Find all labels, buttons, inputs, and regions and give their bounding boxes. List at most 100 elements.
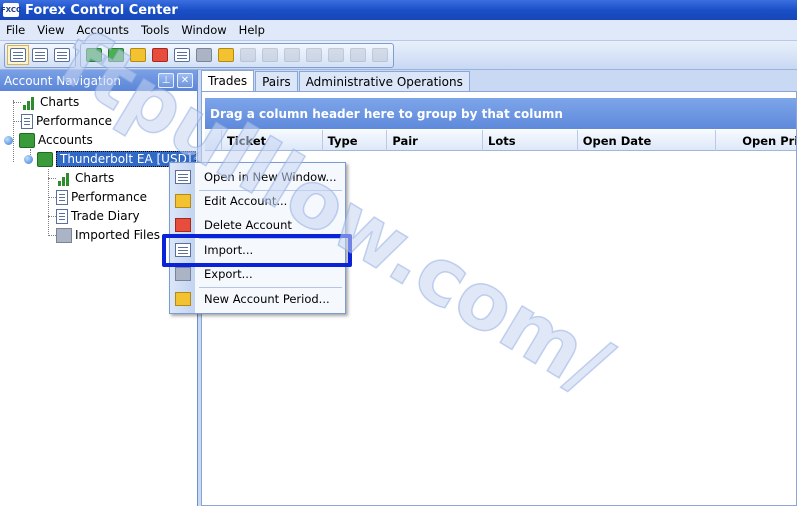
disabled-tool-icon: [350, 48, 366, 62]
column-lots[interactable]: Lots: [483, 130, 578, 151]
delete-account-icon: [175, 218, 191, 232]
tree-item-performance[interactable]: Performance: [21, 112, 112, 130]
performance-icon: [56, 189, 68, 205]
toolbar-group-accounts: [80, 42, 394, 68]
disabled-button-1: [237, 45, 259, 65]
tree-item-accounts[interactable]: Accounts: [19, 131, 93, 149]
import-icon: [174, 48, 190, 62]
edit-account-icon: [175, 194, 191, 208]
menu-item-label: Export...: [204, 267, 253, 281]
search-document-button[interactable]: [29, 45, 51, 65]
pin-icon[interactable]: ⊥: [158, 73, 174, 88]
toolbar: [0, 41, 797, 70]
tree-item-trade-diary[interactable]: Trade Diary: [56, 207, 140, 225]
account-navigation-icon: [10, 48, 26, 62]
menu-item-label: Edit Account...: [204, 194, 288, 208]
tree-item-account-performance[interactable]: Performance: [56, 188, 147, 206]
export-button[interactable]: [193, 45, 215, 65]
account-icon: [37, 151, 53, 167]
tab-administrative-operations[interactable]: Administrative Operations: [298, 71, 470, 91]
column-ticket[interactable]: Ticket: [222, 130, 323, 151]
chart-icon: [21, 95, 37, 110]
column-open-price[interactable]: Open Price: [716, 130, 796, 151]
new-period-icon: [218, 48, 234, 62]
disabled-button-5: [325, 45, 347, 65]
account-refresh-button[interactable]: [105, 45, 127, 65]
account-add-button[interactable]: [83, 45, 105, 65]
accounts-expander-icon[interactable]: [4, 136, 13, 145]
disabled-button-4: [303, 45, 325, 65]
toolbar-group-view: [4, 42, 76, 68]
new-period-button[interactable]: [215, 45, 237, 65]
report-button[interactable]: [51, 45, 73, 65]
disabled-button-7: [369, 45, 391, 65]
disabled-tool-icon: [328, 48, 344, 62]
trade-diary-icon: [56, 208, 68, 224]
tab-strip: Trades Pairs Administrative Operations: [201, 70, 471, 91]
menu-item-label: Open in New Window...: [204, 170, 337, 184]
disabled-button-2: [259, 45, 281, 65]
tree-label: Charts: [40, 95, 80, 109]
column-pair[interactable]: Pair: [387, 130, 484, 151]
column-headers: Ticket Type Pair Lots Open Date Open Pri…: [205, 130, 796, 151]
menu-window[interactable]: Window: [175, 23, 232, 37]
menu-file[interactable]: File: [0, 23, 31, 37]
new-period-icon: [175, 292, 191, 306]
import-button[interactable]: [171, 45, 193, 65]
account-refresh-icon: [108, 48, 124, 62]
tree-item-imported-files[interactable]: Imported Files: [56, 226, 160, 244]
menu-bar: File View Accounts Tools Window Help: [0, 20, 797, 41]
title-bar: FXCC Forex Control Center: [0, 0, 797, 20]
window-title: Forex Control Center: [25, 2, 178, 18]
tab-trades[interactable]: Trades: [201, 70, 255, 91]
account-add-icon: [86, 48, 102, 62]
tree-item-charts[interactable]: Charts: [21, 93, 79, 111]
tree-label: Performance: [36, 114, 113, 128]
menu-accounts[interactable]: Accounts: [71, 23, 135, 37]
menu-item-label: Delete Account: [204, 218, 292, 232]
disabled-tool-icon: [262, 48, 278, 62]
disabled-tool-icon: [306, 48, 322, 62]
export-icon: [175, 267, 191, 281]
delete-account-button[interactable]: [149, 45, 171, 65]
imported-files-icon: [56, 227, 72, 243]
tab-pairs[interactable]: Pairs: [255, 71, 298, 91]
performance-icon: [21, 113, 33, 129]
disabled-tool-icon: [284, 48, 300, 62]
close-icon[interactable]: ✕: [177, 73, 193, 88]
edit-account-icon: [130, 48, 146, 62]
menu-item-label: New Account Period...: [204, 292, 330, 306]
search-document-icon: [32, 48, 48, 62]
menu-tools[interactable]: Tools: [135, 23, 175, 37]
panel-title: Account Navigation: [4, 73, 121, 88]
row-indicator-column: [205, 130, 222, 151]
menu-view[interactable]: View: [31, 23, 70, 37]
report-icon: [54, 48, 70, 62]
edit-account-button[interactable]: [127, 45, 149, 65]
import-icon: [175, 243, 191, 257]
tree-label: Imported Files: [75, 228, 160, 242]
tree-item-account-charts[interactable]: Charts: [56, 169, 114, 187]
tree-label: Accounts: [38, 133, 93, 147]
chart-icon: [56, 171, 72, 186]
column-open-date[interactable]: Open Date: [578, 130, 717, 151]
menu-item-open-new-window[interactable]: Open in New Window...: [170, 165, 345, 189]
menu-help[interactable]: Help: [233, 23, 271, 37]
disabled-button-6: [347, 45, 369, 65]
accounts-icon: [19, 132, 35, 148]
menu-item-new-account-period[interactable]: New Account Period...: [170, 287, 345, 311]
disabled-tool-icon: [372, 48, 388, 62]
disabled-tool-icon: [240, 48, 256, 62]
open-window-icon: [175, 170, 191, 184]
account-navigation-button[interactable]: [7, 45, 29, 65]
menu-item-edit-account[interactable]: Edit Account...: [170, 189, 345, 213]
export-icon: [196, 48, 212, 62]
disabled-button-3: [281, 45, 303, 65]
account-expander-icon[interactable]: [24, 155, 33, 164]
app-logo-icon: FXCC: [1, 3, 21, 17]
panel-header: Account Navigation ⊥ ✕: [0, 70, 197, 91]
group-by-panel[interactable]: Drag a column header here to group by th…: [205, 98, 796, 129]
column-type[interactable]: Type: [323, 130, 388, 151]
tree-label: Performance: [71, 190, 148, 204]
delete-account-icon: [152, 48, 168, 62]
